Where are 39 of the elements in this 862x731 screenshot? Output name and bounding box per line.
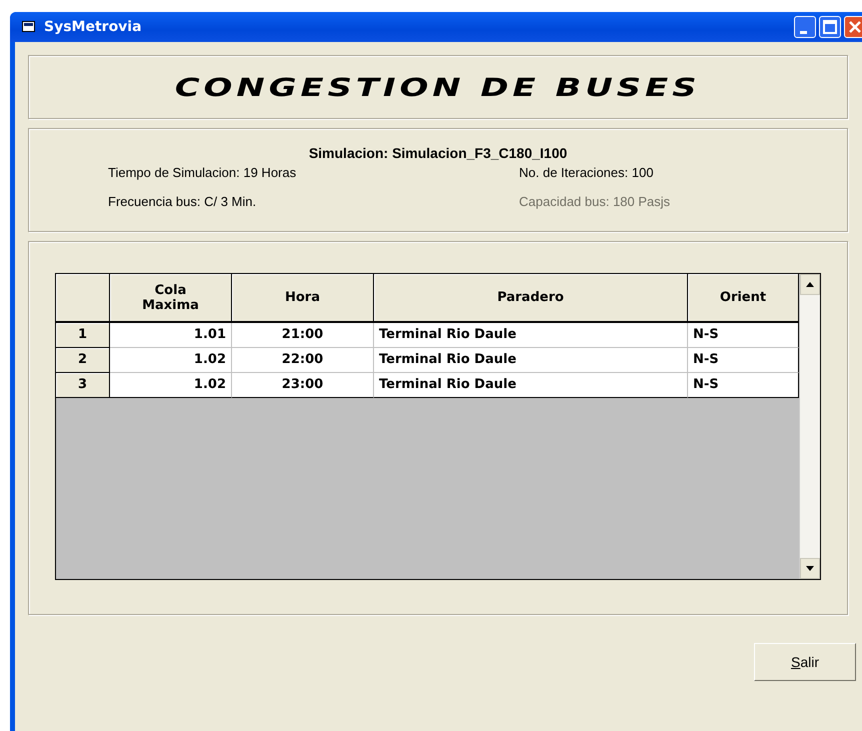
scrollbar[interactable] <box>799 274 820 579</box>
table-cell: Terminal Rio Daule <box>374 323 688 348</box>
column-header[interactable]: Paradero <box>374 274 688 323</box>
table-cell: 22:00 <box>232 348 374 373</box>
table-cell: Terminal Rio Daule <box>374 373 688 398</box>
table-cell: 21:00 <box>232 323 374 348</box>
table-cell: N-S <box>688 348 799 373</box>
minimize-icon <box>800 30 806 34</box>
minimize-button[interactable] <box>794 16 816 38</box>
window-icon <box>22 21 36 33</box>
table-cell: N-S <box>688 373 799 398</box>
column-header[interactable]: Orient <box>688 274 799 323</box>
row-header[interactable]: 2 <box>56 348 110 373</box>
row-header[interactable]: 1 <box>56 323 110 348</box>
window-title: SysMetrovia <box>44 19 143 35</box>
down-arrow-icon <box>806 566 814 571</box>
close-icon <box>848 20 862 34</box>
scroll-up-button[interactable] <box>800 274 820 295</box>
table-cell: 1.01 <box>110 323 232 348</box>
column-header[interactable]: Hora <box>232 274 374 323</box>
info-label: No. de Iteraciones: 100 <box>519 165 654 180</box>
exit-button[interactable]: Salir <box>754 643 856 681</box>
maximize-icon <box>823 20 837 34</box>
scroll-down-button[interactable] <box>800 558 820 579</box>
maximize-button[interactable] <box>819 16 841 38</box>
info-label: Tiempo de Simulacion: 19 Horas <box>108 165 298 180</box>
table-cell: N-S <box>688 323 799 348</box>
up-arrow-icon <box>806 282 814 287</box>
simulation-title: Simulacion: Simulacion_F3_C180_I100 <box>308 145 568 161</box>
column-header[interactable]: Cola Maxima <box>110 274 232 323</box>
info-label: Capacidad bus: 180 Pasjs <box>519 194 672 209</box>
table-cell: 23:00 <box>232 373 374 398</box>
row-header[interactable]: 3 <box>56 373 110 398</box>
info-label: Frecuencia bus: C/ 3 Min. <box>108 194 258 209</box>
table-cell: 1.02 <box>110 373 232 398</box>
table-cell: 1.02 <box>110 348 232 373</box>
table-cell: Terminal Rio Daule <box>374 348 688 373</box>
heading: CONGESTION DE BUSES <box>175 72 701 102</box>
close-button[interactable] <box>844 16 862 38</box>
